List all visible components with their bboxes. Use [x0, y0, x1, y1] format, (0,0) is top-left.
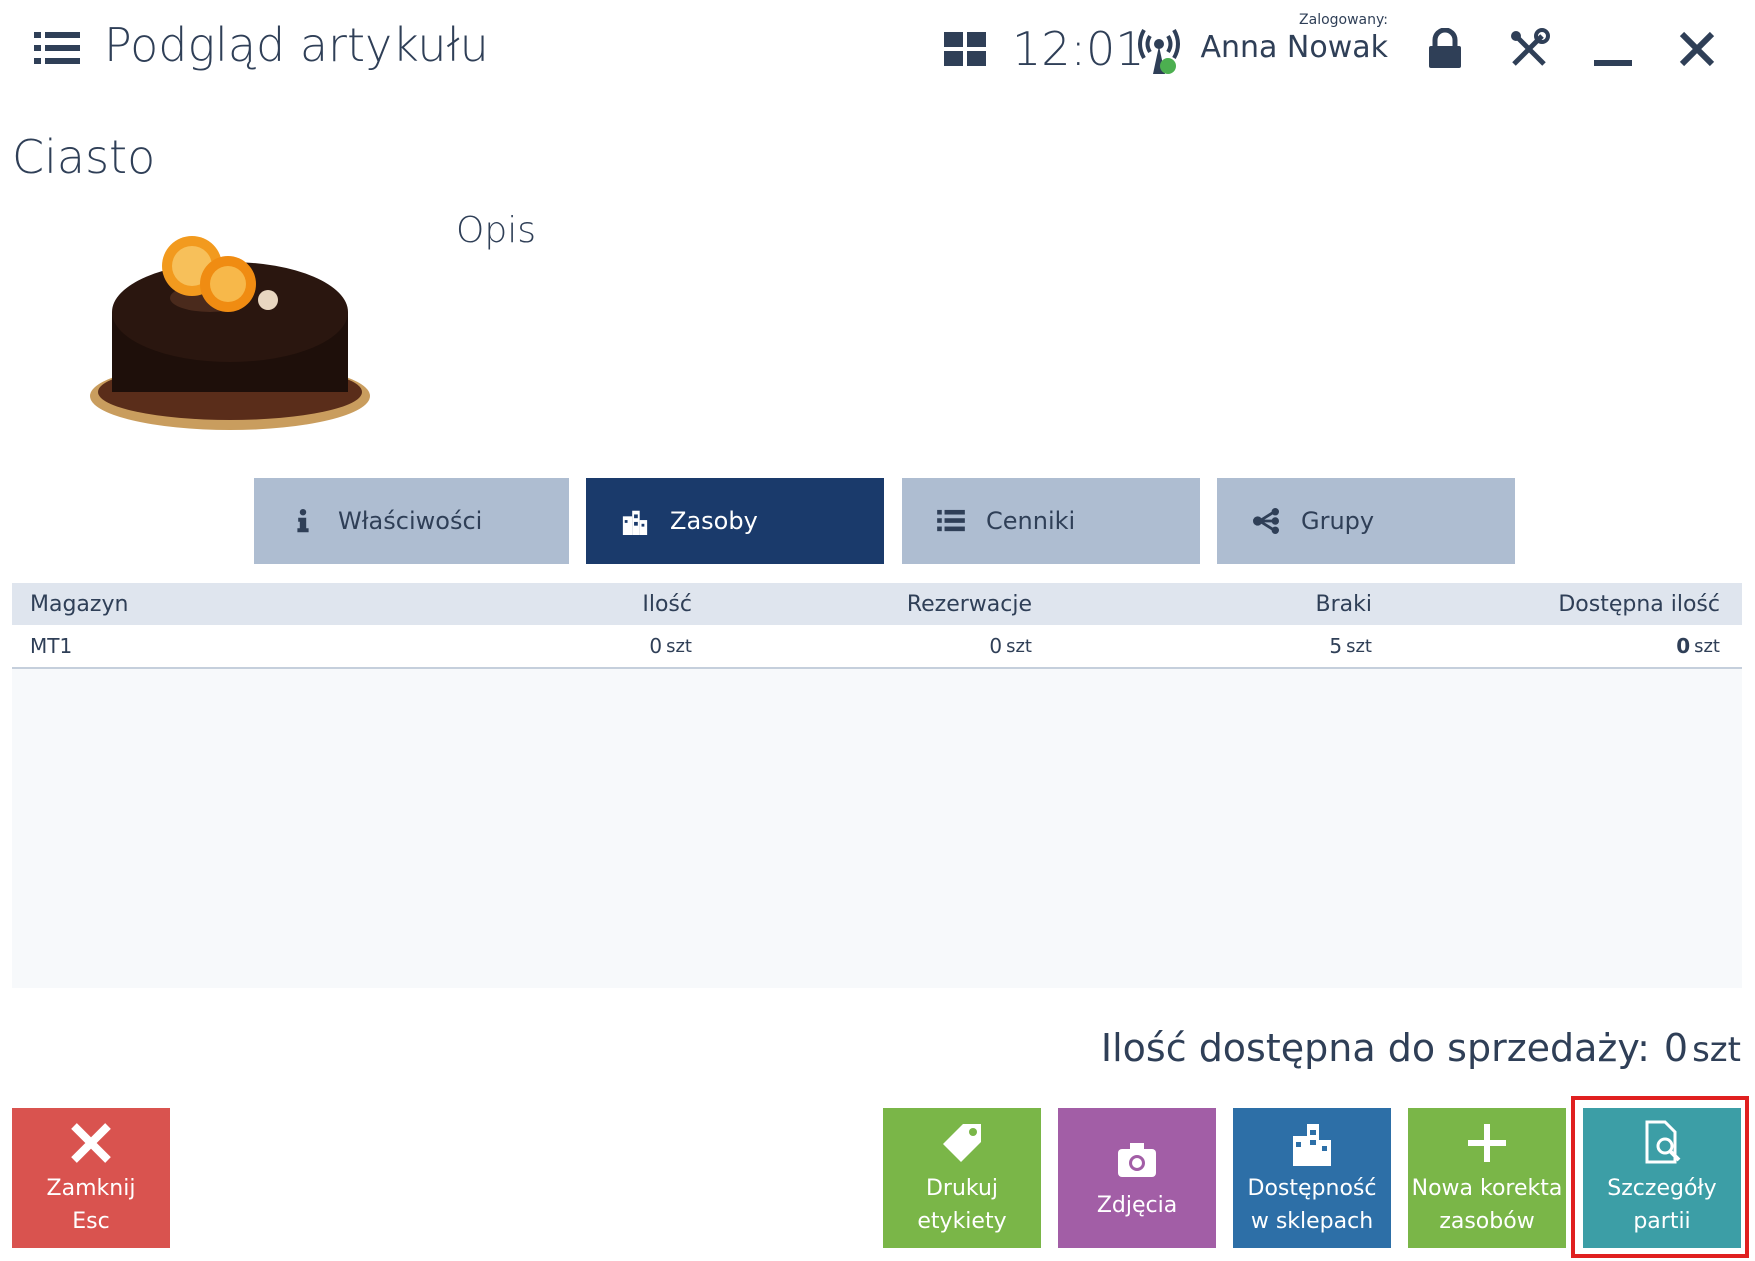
available-for-sale-value: 0	[1663, 1026, 1689, 1070]
table-header: Magazyn Ilość Rezerwacje Braki Dostępna …	[12, 583, 1742, 625]
row-available-unit: szt	[1694, 635, 1720, 657]
header-reservations[interactable]: Rezerwacje	[812, 583, 1032, 625]
page-title: Podgląd artykułu	[104, 18, 489, 72]
photos-button-label: Zdjęcia	[1096, 1192, 1178, 1218]
row-shortages: 5 szt	[1172, 625, 1372, 667]
row-shortages-value: 5	[1329, 634, 1343, 658]
close-window-icon[interactable]	[1676, 28, 1718, 70]
header-warehouse[interactable]: Magazyn	[30, 583, 128, 625]
header-shortages[interactable]: Braki	[1172, 583, 1372, 625]
minimize-icon[interactable]	[1592, 28, 1634, 70]
available-for-sale-unit: szt	[1692, 1030, 1741, 1070]
header-available-quantity[interactable]: Dostępna ilość	[1422, 583, 1720, 625]
buildings-icon	[1293, 1124, 1331, 1166]
plus-icon	[1468, 1124, 1506, 1162]
row-quantity-value: 0	[649, 634, 663, 658]
list-icon	[936, 506, 966, 536]
new-stock-correction-line1: Nowa korekta	[1411, 1176, 1563, 1201]
photos-button[interactable]: Zdjęcia	[1058, 1108, 1216, 1248]
row-available-value: 0	[1676, 634, 1691, 658]
tab-groups-label: Grupy	[1301, 507, 1375, 535]
close-button-label: Zamknij	[46, 1176, 136, 1201]
close-button[interactable]: Zamknij Esc	[12, 1108, 170, 1248]
row-reservations-value: 0	[989, 634, 1003, 658]
tiles-grid-icon[interactable]	[944, 32, 986, 66]
tab-properties[interactable]: Właściwości	[254, 478, 569, 564]
tab-price-lists-label: Cenniki	[986, 507, 1076, 535]
tab-properties-label: Właściwości	[338, 507, 483, 535]
buildings-icon	[620, 506, 650, 536]
row-available: 0 szt	[1422, 625, 1720, 667]
close-button-shortcut: Esc	[72, 1209, 110, 1234]
table-row[interactable]: MT1 0 szt 0 szt 5 szt 0 szt	[12, 625, 1742, 669]
store-availability-line1: Dostępność	[1247, 1176, 1377, 1201]
connection-antenna-icon[interactable]	[1136, 24, 1182, 78]
stock-table: Magazyn Ilość Rezerwacje Braki Dostępna …	[12, 583, 1742, 988]
row-reservations: 0 szt	[812, 625, 1032, 667]
header-quantity[interactable]: Ilość	[492, 583, 692, 625]
logged-in-label: Zalogowany:	[1299, 12, 1388, 28]
row-reservations-unit: szt	[1006, 635, 1032, 657]
clock-time: 12:01	[1012, 22, 1145, 76]
store-availability-button[interactable]: Dostępność w sklepach	[1233, 1108, 1391, 1248]
available-for-sale-label: Ilość dostępna do sprzedaży:	[1100, 1026, 1650, 1070]
share-icon	[1251, 506, 1281, 536]
tab-stock-label: Zasoby	[670, 507, 758, 535]
lock-icon[interactable]	[1424, 28, 1466, 70]
user-name[interactable]: Anna Nowak	[1200, 30, 1388, 65]
hamburger-menu-icon[interactable]	[34, 30, 80, 66]
row-quantity-unit: szt	[666, 635, 692, 657]
available-for-sale: Ilość dostępna do sprzedaży: 0 szt	[1101, 1026, 1741, 1070]
header-bar: Podgląd artykułu 12:01 Zalogowany: Anna …	[0, 0, 1755, 110]
store-availability-line2: w sklepach	[1250, 1209, 1374, 1234]
row-shortages-unit: szt	[1346, 635, 1372, 657]
tab-price-lists[interactable]: Cenniki	[902, 478, 1200, 564]
print-labels-button[interactable]: Drukuj etykiety	[883, 1108, 1041, 1248]
description-label: Opis	[456, 210, 536, 251]
row-warehouse: MT1	[30, 634, 73, 658]
highlight-box	[1571, 1096, 1749, 1258]
close-x-icon	[71, 1123, 111, 1163]
print-labels-line2: etykiety	[917, 1209, 1007, 1234]
product-photo[interactable]	[60, 200, 380, 460]
tag-icon	[943, 1124, 981, 1162]
tab-stock[interactable]: Zasoby	[586, 478, 884, 564]
article-name: Ciasto	[12, 130, 156, 184]
camera-icon	[1118, 1142, 1156, 1177]
info-icon	[288, 506, 318, 536]
new-stock-correction-line2: zasobów	[1439, 1209, 1535, 1234]
row-quantity: 0 szt	[492, 625, 692, 667]
new-stock-correction-button[interactable]: Nowa korekta zasobów	[1408, 1108, 1566, 1248]
tools-icon[interactable]	[1508, 28, 1550, 70]
print-labels-line1: Drukuj	[925, 1176, 999, 1201]
tab-groups[interactable]: Grupy	[1217, 478, 1515, 564]
